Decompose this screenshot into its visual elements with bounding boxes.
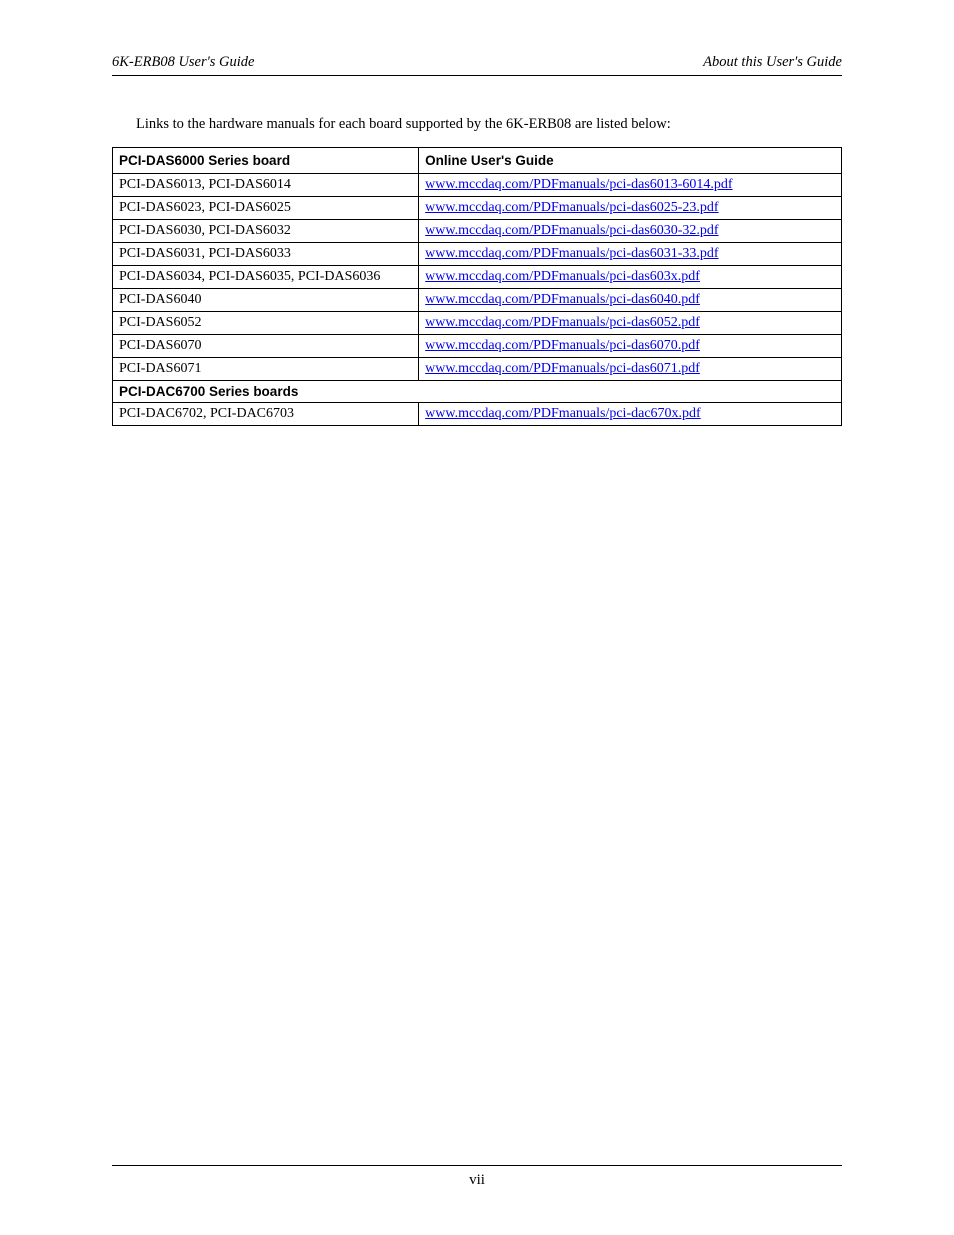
manual-link[interactable]: www.mccdaq.com/PDFmanuals/pci-das6030-32… [425, 223, 718, 238]
page: 6K-ERB08 User's Guide About this User's … [0, 0, 954, 1235]
manual-link[interactable]: www.mccdaq.com/PDFmanuals/pci-das6025-23… [425, 200, 718, 215]
board-cell: PCI-DAS6013, PCI-DAS6014 [113, 174, 419, 197]
page-number: vii [469, 1172, 485, 1188]
table-header-row: PCI-DAS6000 Series board Online User's G… [113, 148, 842, 174]
manual-link[interactable]: www.mccdaq.com/PDFmanuals/pci-das603x.pd… [425, 269, 700, 284]
section-header: PCI-DAC6700 Series boards [113, 381, 842, 403]
board-cell: PCI-DAS6040 [113, 289, 419, 312]
manual-link[interactable]: www.mccdaq.com/PDFmanuals/pci-dac670x.pd… [425, 406, 701, 421]
manual-link[interactable]: www.mccdaq.com/PDFmanuals/pci-das6013-60… [425, 177, 732, 192]
board-cell: PCI-DAS6052 [113, 312, 419, 335]
board-cell: PCI-DAC6702, PCI-DAC6703 [113, 403, 419, 426]
table-section-row: PCI-DAC6700 Series boards [113, 381, 842, 403]
board-cell: PCI-DAS6023, PCI-DAS6025 [113, 197, 419, 220]
table-row: PCI-DAS6040 www.mccdaq.com/PDFmanuals/pc… [113, 289, 842, 312]
intro-text: Links to the hardware manuals for each b… [136, 116, 842, 133]
page-footer: vii [112, 1165, 842, 1189]
page-header: 6K-ERB08 User's Guide About this User's … [112, 54, 842, 76]
board-cell: PCI-DAS6070 [113, 335, 419, 358]
header-right: About this User's Guide [703, 54, 842, 71]
table-row: PCI-DAC6702, PCI-DAC6703 www.mccdaq.com/… [113, 403, 842, 426]
boards-table: PCI-DAS6000 Series board Online User's G… [112, 147, 842, 426]
table-row: PCI-DAS6023, PCI-DAS6025 www.mccdaq.com/… [113, 197, 842, 220]
table-row: PCI-DAS6034, PCI-DAS6035, PCI-DAS6036 ww… [113, 266, 842, 289]
header-left: 6K-ERB08 User's Guide [112, 54, 254, 71]
board-cell: PCI-DAS6034, PCI-DAS6035, PCI-DAS6036 [113, 266, 419, 289]
board-cell: PCI-DAS6031, PCI-DAS6033 [113, 243, 419, 266]
table-row: PCI-DAS6030, PCI-DAS6032 www.mccdaq.com/… [113, 220, 842, 243]
manual-link[interactable]: www.mccdaq.com/PDFmanuals/pci-das6040.pd… [425, 292, 700, 307]
col-header-board: PCI-DAS6000 Series board [113, 148, 419, 174]
manual-link[interactable]: www.mccdaq.com/PDFmanuals/pci-das6070.pd… [425, 338, 700, 353]
manual-link[interactable]: www.mccdaq.com/PDFmanuals/pci-das6052.pd… [425, 315, 700, 330]
table-row: PCI-DAS6031, PCI-DAS6033 www.mccdaq.com/… [113, 243, 842, 266]
manual-link[interactable]: www.mccdaq.com/PDFmanuals/pci-das6031-33… [425, 246, 718, 261]
col-header-guide: Online User's Guide [419, 148, 842, 174]
table-row: PCI-DAS6013, PCI-DAS6014 www.mccdaq.com/… [113, 174, 842, 197]
table-row: PCI-DAS6052 www.mccdaq.com/PDFmanuals/pc… [113, 312, 842, 335]
board-cell: PCI-DAS6030, PCI-DAS6032 [113, 220, 419, 243]
board-cell: PCI-DAS6071 [113, 358, 419, 381]
manual-link[interactable]: www.mccdaq.com/PDFmanuals/pci-das6071.pd… [425, 361, 700, 376]
table-row: PCI-DAS6071 www.mccdaq.com/PDFmanuals/pc… [113, 358, 842, 381]
table-row: PCI-DAS6070 www.mccdaq.com/PDFmanuals/pc… [113, 335, 842, 358]
